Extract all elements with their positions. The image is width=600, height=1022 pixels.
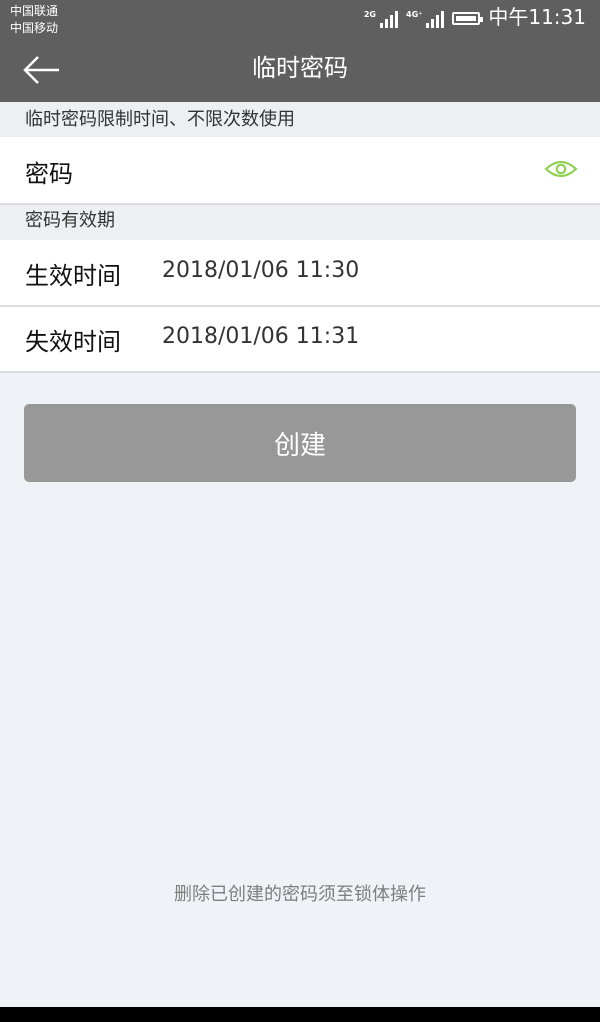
start-time-row[interactable]: 生效时间 2018/01/06 11:30 — [0, 240, 600, 305]
carrier-2: 中国移动 — [10, 21, 59, 35]
carrier-info: 中国联通 中国移动 — [10, 3, 58, 37]
divider — [0, 371, 600, 373]
signal-2-tag: 4G⁺ — [406, 10, 423, 19]
end-time-row[interactable]: 失效时间 2018/01/06 11:31 — [0, 307, 600, 371]
carrier-1: 中国联通 — [10, 4, 59, 18]
system-nav-bar — [0, 1007, 600, 1022]
footer-note: 删除已创建的密码须至锁体操作 — [174, 884, 426, 905]
signal-1-tag: 2G — [363, 10, 376, 19]
validity-section-header: 密码有效期 — [0, 205, 600, 240]
signal-bars-icon — [426, 10, 445, 28]
nav-bar: 临时密码 — [0, 40, 600, 102]
status-time: 中午11:31 — [488, 5, 586, 29]
password-row: 密码 — [0, 137, 600, 203]
page-title: 临时密码 — [252, 54, 348, 82]
end-time-value: 2018/01/06 11:31 — [162, 324, 360, 349]
status-bar: 中国联通 中国移动 2G 4G⁺ 中午11:31 — [0, 0, 600, 40]
signal-1: 2G — [364, 10, 398, 28]
signal-bars-icon — [380, 10, 398, 28]
start-time-label: 生效时间 — [25, 262, 121, 290]
password-label: 密码 — [25, 160, 73, 188]
status-indicators: 2G 4G⁺ 中午11:31 — [364, 6, 586, 28]
start-time-value: 2018/01/06 11:30 — [162, 258, 360, 283]
create-button[interactable]: 创建 — [24, 404, 576, 482]
signal-2: 4G⁺ — [406, 10, 445, 28]
password-hint: 临时密码限制时间、不限次数使用 — [0, 102, 600, 137]
eye-icon[interactable] — [544, 157, 578, 181]
top-bar: 中国联通 中国移动 2G 4G⁺ 中午11:31 临时密码 — [0, 0, 600, 102]
end-time-label: 失效时间 — [25, 328, 121, 356]
battery-icon — [452, 12, 484, 25]
